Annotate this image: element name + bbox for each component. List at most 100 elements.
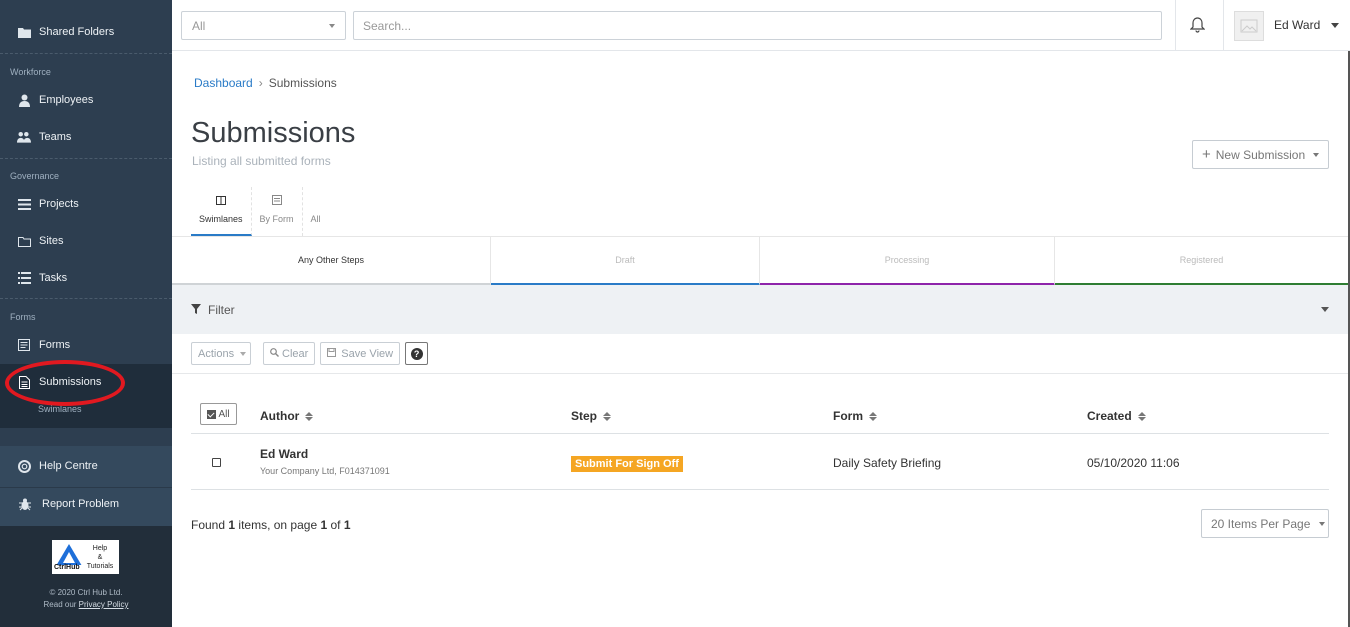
- column-label: Step: [571, 409, 598, 423]
- sidebar-item-label: Report Problem: [42, 498, 120, 510]
- sort-icon: [1137, 411, 1146, 421]
- document-icon: [17, 375, 31, 389]
- form-cell: Daily Safety Briefing: [833, 456, 942, 470]
- sort-icon: [869, 411, 877, 421]
- sidebar-item-help-centre[interactable]: Help Centre: [0, 448, 172, 484]
- filter-label: Filter: [208, 302, 235, 317]
- sidebar-item-forms[interactable]: Forms: [0, 327, 172, 363]
- ctrlhub-logo-mark: CtrlHub: [54, 542, 84, 572]
- ctrlhub-logo[interactable]: CtrlHub Help & Tutorials: [52, 540, 119, 574]
- sidebar-item-label: Employees: [39, 94, 94, 106]
- users-icon: [17, 130, 31, 144]
- sidebar-item-employees[interactable]: Employees: [0, 82, 172, 118]
- new-submission-button[interactable]: + New Submission: [1192, 140, 1329, 169]
- folder-outline-icon: [17, 234, 31, 248]
- sidebar-item-submissions[interactable]: Submissions: [0, 364, 172, 400]
- select-all-button[interactable]: All: [200, 403, 237, 425]
- tab-by-form[interactable]: By Form: [252, 187, 303, 236]
- columns-icon: [215, 196, 226, 207]
- summary-text: Found: [191, 518, 226, 532]
- step-any-other-steps[interactable]: Any Other Steps: [172, 237, 491, 286]
- divider: [172, 373, 1348, 374]
- sidebar-item-tasks[interactable]: Tasks: [0, 260, 172, 296]
- filter-panel-toggle[interactable]: Filter: [172, 285, 1348, 334]
- save-view-button[interactable]: Save View: [320, 342, 401, 365]
- column-author[interactable]: Author: [260, 409, 314, 423]
- per-page-value: 20 Items Per Page: [1211, 516, 1311, 531]
- sidebar-item-teams[interactable]: Teams: [0, 119, 172, 155]
- step-processing[interactable]: Processing: [760, 237, 1055, 286]
- step-draft[interactable]: Draft: [491, 237, 760, 286]
- column-label: Form: [833, 409, 863, 423]
- sidebar-item-report-problem[interactable]: Report Problem: [0, 486, 172, 522]
- breadcrumb-dashboard[interactable]: Dashboard: [194, 76, 253, 90]
- privacy-policy-link[interactable]: Privacy Policy: [79, 600, 129, 609]
- breadcrumb: Dashboard › Submissions: [194, 76, 337, 90]
- chevron-down-icon[interactable]: [1321, 307, 1329, 312]
- action-bar: Actions Clear Save View ?: [191, 342, 429, 365]
- section-workforce: Workforce: [10, 67, 51, 77]
- table-row[interactable]: Ed Ward Your Company Ltd, F014371091 Sub…: [191, 435, 1329, 490]
- actions-dropdown[interactable]: Actions: [191, 342, 251, 365]
- sidebar-item-label: Tasks: [39, 272, 68, 284]
- user-name[interactable]: Ed Ward: [1274, 18, 1320, 32]
- avatar[interactable]: [1234, 11, 1264, 41]
- scope-value: All: [192, 18, 206, 33]
- sidebar: Shared Folders Workforce Employees Teams…: [0, 0, 172, 627]
- question-icon: ?: [410, 347, 423, 360]
- column-label: Author: [260, 409, 300, 423]
- step-badge: Submit For Sign Off: [571, 456, 683, 472]
- sidebar-item-label: Submissions: [39, 376, 102, 388]
- author-cell: Ed Ward Your Company Ltd, F014371091: [260, 447, 390, 476]
- column-label: Created: [1087, 409, 1132, 423]
- sidebar-item-label: Forms: [39, 339, 71, 351]
- sidebar-item-label: Help Centre: [39, 460, 98, 472]
- items-per-page-select[interactable]: 20 Items Per Page: [1201, 509, 1329, 538]
- logo-brand: CtrlHub: [54, 564, 80, 571]
- clear-button[interactable]: Clear: [263, 342, 316, 365]
- column-step[interactable]: Step: [571, 409, 612, 423]
- author-name[interactable]: Ed Ward: [260, 447, 390, 461]
- table-header: All Author Step Form Created: [191, 399, 1329, 434]
- logo-caption: Help & Tutorials: [84, 544, 116, 571]
- tab-label: By Form: [259, 214, 294, 224]
- row-checkbox[interactable]: [212, 458, 221, 467]
- total-pages: 1: [343, 518, 351, 532]
- divider: [1175, 0, 1176, 51]
- sidebar-item-sites[interactable]: Sites: [0, 223, 172, 259]
- bell-icon[interactable]: [1189, 17, 1206, 36]
- results-summary: Found 1 items, on page 1 of 1: [191, 518, 351, 532]
- user-icon: [17, 93, 31, 107]
- list-icon: [17, 197, 31, 211]
- sidebar-item-shared-folders[interactable]: Shared Folders: [0, 14, 172, 50]
- column-form[interactable]: Form: [833, 409, 877, 423]
- scope-select[interactable]: All: [181, 11, 346, 40]
- tab-swimlanes[interactable]: Swimlanes: [191, 187, 252, 236]
- logo-line: Help: [92, 544, 108, 552]
- view-tabs: Swimlanes By Form All: [191, 187, 329, 236]
- submenu: [0, 400, 172, 428]
- tab-label: Swimlanes: [199, 214, 243, 224]
- page-title: Submissions: [191, 117, 356, 149]
- sidebar-footer: CtrlHub Help & Tutorials © 2020 Ctrl Hub…: [0, 526, 172, 627]
- breadcrumb-separator: ›: [258, 76, 263, 90]
- read-our-text: Read our: [43, 600, 77, 609]
- tab-all[interactable]: All: [303, 187, 329, 236]
- actions-label: Actions: [198, 347, 235, 360]
- summary-text: of: [330, 518, 341, 532]
- column-created[interactable]: Created: [1087, 409, 1146, 423]
- tasks-icon: [17, 271, 31, 285]
- bug-icon: [18, 497, 32, 511]
- sidebar-subitem-swimlanes[interactable]: Swimlanes: [38, 404, 82, 414]
- step-cell: Submit For Sign Off: [571, 456, 683, 472]
- chevron-down-icon[interactable]: [1331, 23, 1339, 28]
- logo-line: Tutorials: [86, 562, 114, 570]
- search-input[interactable]: [363, 18, 1152, 33]
- current-page: 1: [320, 518, 328, 532]
- search-box: [353, 11, 1162, 40]
- sidebar-item-projects[interactable]: Projects: [0, 186, 172, 222]
- copyright: © 2020 Ctrl Hub Ltd. Read our Privacy Po…: [0, 587, 172, 611]
- chevron-down-icon: [240, 351, 247, 356]
- help-button[interactable]: ?: [405, 342, 429, 365]
- step-registered[interactable]: Registered: [1055, 237, 1348, 286]
